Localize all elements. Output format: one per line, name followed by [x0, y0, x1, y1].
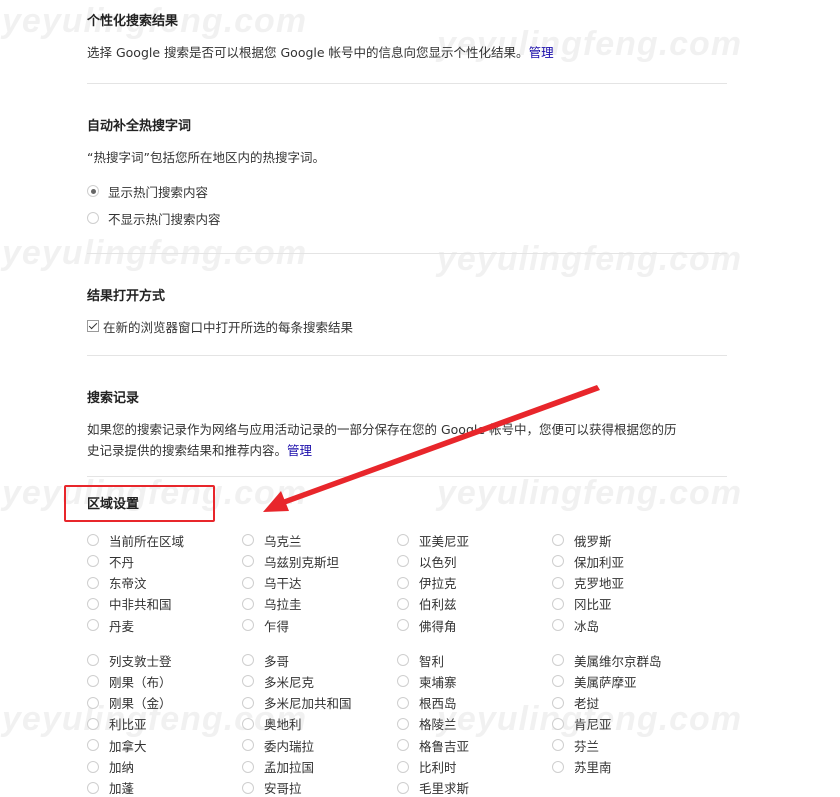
- annotation-arrow: [263, 385, 600, 512]
